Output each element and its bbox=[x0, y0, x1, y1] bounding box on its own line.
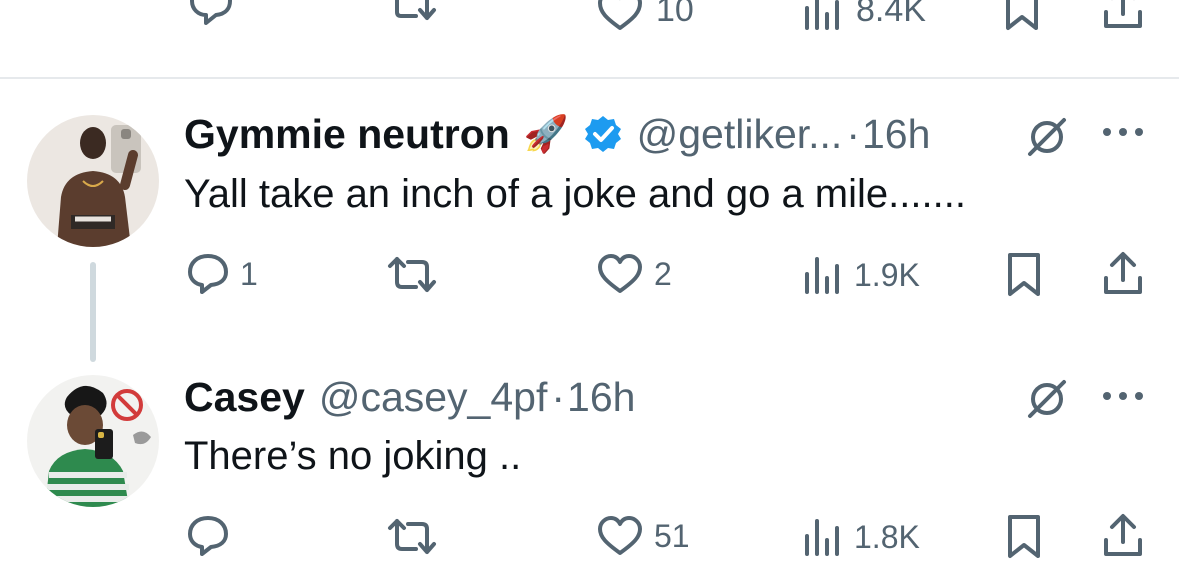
separator-dot: · bbox=[551, 374, 566, 420]
reply-icon bbox=[190, 0, 232, 25]
reply-button[interactable]: 1 bbox=[186, 252, 258, 296]
tweet-header: Casey @casey_4pf · 16h bbox=[184, 373, 635, 421]
top-like-button[interactable]: 10 bbox=[596, 0, 694, 32]
retweet-button[interactable] bbox=[384, 254, 450, 296]
grok-button[interactable] bbox=[1024, 114, 1070, 165]
avatar[interactable] bbox=[27, 375, 159, 507]
grok-button[interactable] bbox=[1024, 376, 1070, 427]
like-button[interactable]: 51 bbox=[596, 515, 690, 557]
avatar[interactable] bbox=[27, 115, 159, 247]
views-button[interactable]: 1.9K bbox=[802, 254, 920, 296]
bookmark-button[interactable] bbox=[1004, 252, 1044, 303]
tweet-time[interactable]: 16h bbox=[567, 373, 635, 421]
user-handle[interactable]: @getliker... bbox=[637, 110, 843, 158]
views-count: 1.9K bbox=[854, 257, 920, 293]
bookmark-icon bbox=[1008, 515, 1040, 558]
share-icon bbox=[1104, 514, 1142, 556]
bookmark-icon bbox=[1008, 253, 1040, 296]
verified-badge-icon[interactable] bbox=[583, 114, 623, 154]
views-icon bbox=[805, 257, 839, 294]
rocket-emoji: 🚀 bbox=[523, 113, 569, 154]
tweet-text: There’s no joking .. bbox=[184, 434, 522, 478]
tweet-time[interactable]: 16h bbox=[862, 110, 930, 158]
top-reply-button[interactable] bbox=[186, 0, 236, 33]
like-count: 2 bbox=[654, 256, 672, 292]
like-button[interactable]: 2 bbox=[596, 253, 672, 295]
views-icon bbox=[805, 0, 839, 30]
more-icon bbox=[1103, 392, 1143, 400]
user-handle[interactable]: @casey_4pf bbox=[319, 373, 548, 421]
reply-button[interactable] bbox=[186, 514, 240, 558]
share-icon bbox=[1104, 252, 1142, 294]
retweet-button[interactable] bbox=[384, 516, 450, 558]
grok-icon bbox=[1028, 380, 1066, 418]
grok-icon bbox=[1028, 118, 1066, 156]
more-options-button[interactable] bbox=[1100, 122, 1146, 147]
like-icon bbox=[598, 0, 642, 30]
like-count: 51 bbox=[654, 518, 690, 554]
reply-count: 1 bbox=[240, 256, 258, 292]
reply-icon bbox=[188, 254, 228, 294]
like-icon bbox=[598, 516, 642, 555]
tweet-header: Gymmie neutron 🚀 @getliker... · 16h bbox=[184, 110, 930, 158]
top-share-button[interactable] bbox=[1100, 0, 1146, 39]
separator-dot: · bbox=[846, 111, 860, 157]
tweet-text: Yall take an inch of a joke and go a mil… bbox=[184, 172, 966, 216]
top-like-count: 10 bbox=[656, 0, 694, 29]
bookmark-icon bbox=[1006, 0, 1038, 30]
tweet-divider bbox=[0, 77, 1179, 79]
reply-icon bbox=[188, 516, 228, 556]
more-options-button[interactable] bbox=[1100, 386, 1146, 411]
retweet-icon bbox=[388, 519, 436, 554]
top-bookmark-button[interactable] bbox=[1002, 0, 1042, 39]
views-icon bbox=[805, 519, 839, 556]
user-name[interactable]: Casey bbox=[184, 373, 305, 421]
share-button[interactable] bbox=[1100, 512, 1146, 565]
thread-line bbox=[90, 262, 96, 362]
retweet-icon bbox=[388, 257, 436, 292]
views-count: 1.8K bbox=[854, 519, 920, 555]
top-retweet-button[interactable] bbox=[384, 0, 440, 33]
share-icon bbox=[1104, 0, 1142, 28]
user-name[interactable]: Gymmie neutron bbox=[184, 110, 510, 158]
top-views-count: 8.4K bbox=[856, 0, 926, 29]
views-button[interactable]: 1.8K bbox=[802, 516, 920, 558]
top-views-button[interactable]: 8.4K bbox=[802, 0, 926, 32]
like-icon bbox=[598, 254, 642, 293]
more-icon bbox=[1103, 128, 1143, 136]
share-button[interactable] bbox=[1100, 250, 1146, 303]
bookmark-button[interactable] bbox=[1004, 514, 1044, 565]
retweet-icon bbox=[395, 0, 436, 20]
